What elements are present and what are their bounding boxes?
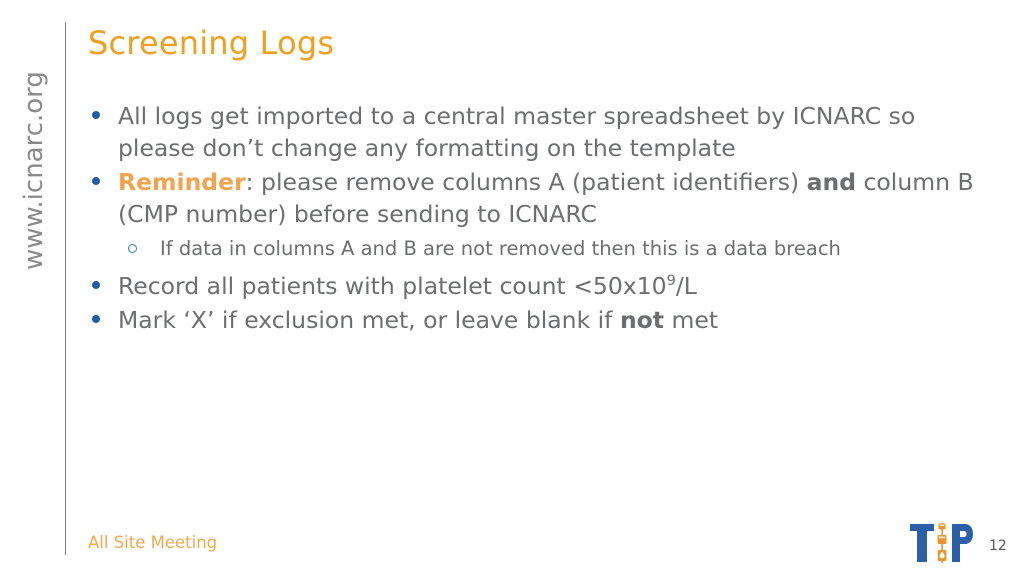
bullet-text: If data in columns A and B are not remov… — [160, 237, 841, 260]
text-run: Record all patients with platelet count … — [118, 272, 667, 300]
bullet-text: Mark ‘X’ if exclusion met, or leave blan… — [118, 306, 718, 334]
bullet-text: All logs get imported to a central maste… — [118, 102, 915, 162]
bullet-item: Reminder: please remove columns A (patie… — [88, 166, 988, 230]
dot-bullet-icon — [92, 270, 100, 302]
bullet-list: All logs get imported to a central maste… — [88, 100, 988, 338]
website-url-vertical: www.icnarc.org — [19, 71, 49, 270]
page-number: 12 — [989, 538, 1007, 554]
page-title: Screening Logs — [88, 24, 335, 62]
bullet-text: Record all patients with platelet count … — [118, 272, 697, 300]
text-run: If data in columns A and B are not remov… — [160, 237, 841, 260]
text-run: met — [664, 306, 719, 334]
text-run: All logs get imported to a central maste… — [118, 102, 916, 162]
tip-logo-icon — [910, 523, 973, 563]
text-run: /L — [675, 272, 697, 300]
dot-bullet-icon — [92, 304, 100, 336]
side-strip: www.icnarc.org — [0, 0, 68, 576]
sub-bullet-item: If data in columns A and B are not remov… — [88, 234, 988, 264]
footer-meeting-label: All Site Meeting — [88, 533, 218, 552]
side-divider-line — [65, 22, 66, 555]
dot-bullet-icon — [92, 166, 100, 198]
emphasis-text: and — [806, 168, 857, 196]
text-run: Mark ‘X’ if exclusion met, or leave blan… — [118, 306, 620, 334]
slide-canvas: www.icnarc.org Screening Logs All logs g… — [0, 0, 1024, 576]
reminder-highlight: Reminder — [118, 168, 246, 196]
bullet-item: All logs get imported to a central maste… — [88, 100, 988, 164]
emphasis-text: not — [619, 306, 665, 334]
dot-bullet-icon — [92, 100, 100, 132]
text-run: : please remove columns A (patient ident… — [245, 168, 807, 196]
bullet-item: Mark ‘X’ if exclusion met, or leave blan… — [88, 304, 988, 336]
hollow-circle-bullet-icon — [128, 234, 137, 264]
superscript-exponent: 9 — [666, 272, 676, 290]
bullet-text: Reminder: please remove columns A (patie… — [118, 168, 974, 228]
bullet-item: Record all patients with platelet count … — [88, 270, 988, 302]
tip-logo — [908, 520, 974, 566]
